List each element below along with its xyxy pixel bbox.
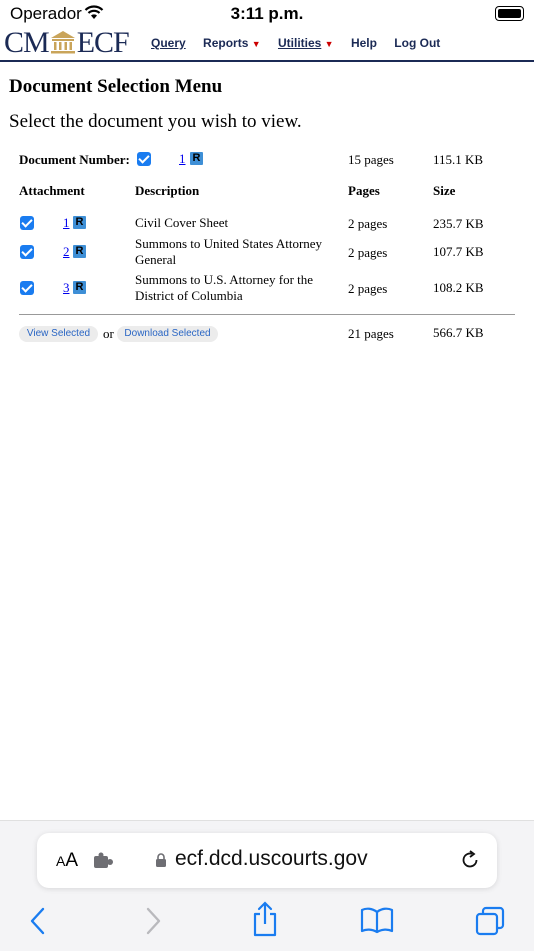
reload-icon[interactable] [459, 849, 481, 871]
document-checkbox[interactable] [137, 152, 151, 166]
menu-query-label: Query [151, 36, 186, 50]
attachment-pages: 2 pages [348, 216, 388, 231]
logo-text-right: ECF [76, 26, 130, 59]
header-pages: Pages [348, 183, 380, 198]
status-bar: Operador 3:11 p.m. [0, 0, 534, 28]
attachment-checkbox[interactable] [20, 281, 34, 295]
restricted-badge-icon[interactable]: R [73, 245, 86, 258]
attachment-checkbox[interactable] [20, 245, 34, 259]
menu-reports-label: Reports [203, 36, 249, 50]
menu-help-label: Help [350, 36, 377, 50]
document-pages: 15 pages [348, 152, 394, 167]
document-number-label: Document Number: [19, 152, 130, 167]
cmecf-header: CM ECF Query Reports ▼ Utilities ▼ Help … [0, 28, 534, 62]
lock-icon [156, 853, 166, 867]
view-selected-button[interactable]: View Selected [19, 326, 98, 342]
menu-help[interactable]: Help [351, 36, 377, 50]
attachment-description: Summons to U.S. Attorney for the [135, 272, 314, 287]
menu-query[interactable]: Query [151, 36, 186, 50]
back-icon[interactable] [28, 904, 48, 938]
attachment-checkbox[interactable] [20, 216, 34, 230]
page-subtitle: Select the document you wish to view. [9, 111, 302, 132]
attachment-size: 235.7 KB [433, 216, 484, 231]
main-menu: Query Reports ▼ Utilities ▼ Help Log Out [151, 36, 454, 50]
attachment-pages: 2 pages [348, 245, 388, 260]
total-size: 566.7 KB [433, 325, 484, 340]
restricted-badge-icon[interactable]: R [73, 216, 86, 229]
bookmarks-icon[interactable] [360, 906, 394, 934]
cmecf-logo[interactable]: CM ECF [4, 26, 130, 59]
url-text: ecf.dcd.uscourts.gov [175, 847, 368, 870]
divider [19, 314, 515, 315]
attachment-description: Civil Cover Sheet [135, 215, 229, 230]
menu-logout[interactable]: Log Out [394, 36, 440, 50]
menu-utilities-label: Utilities [277, 36, 322, 50]
attachment-size: 108.2 KB [433, 280, 484, 295]
total-pages: 21 pages [348, 326, 394, 341]
menu-reports[interactable]: Reports ▼ [203, 36, 261, 50]
share-icon[interactable] [251, 900, 279, 938]
clock: 3:11 p.m. [230, 4, 304, 23]
attachment-pages: 2 pages [348, 281, 388, 296]
header-attachment: Attachment [19, 183, 85, 198]
restricted-badge-icon[interactable]: R [73, 281, 86, 294]
attachment-description-line2: General [135, 252, 177, 267]
attachment-size: 107.7 KB [433, 244, 484, 259]
attachment-link[interactable]: 1 [63, 215, 70, 231]
or-label: or [103, 326, 114, 341]
restricted-badge-icon[interactable]: R [190, 152, 203, 165]
header-description: Description [135, 183, 200, 198]
address-bar[interactable]: AA ecf.dcd.uscourts.gov [37, 833, 497, 888]
attachment-description: Summons to United States Attorney [135, 236, 323, 251]
menu-utilities[interactable]: Utilities ▼ [278, 36, 334, 50]
caret-down-icon: ▼ [324, 39, 334, 49]
header-size: Size [433, 183, 456, 198]
tabs-icon[interactable] [474, 905, 506, 937]
battery-icon [495, 6, 524, 21]
courthouse-icon [50, 31, 75, 54]
reader-options-button[interactable]: AA [56, 850, 78, 872]
attachment-link[interactable]: 3 [63, 280, 70, 296]
forward-icon[interactable] [143, 904, 163, 938]
document-link[interactable]: 1 [179, 151, 186, 167]
document-size: 115.1 KB [433, 152, 484, 167]
attachment-link[interactable]: 2 [63, 244, 70, 260]
download-selected-button[interactable]: Download Selected [117, 326, 218, 342]
logo-text-left: CM [4, 26, 50, 59]
page-title: Document Selection Menu [9, 76, 223, 97]
extension-icon[interactable] [93, 852, 115, 870]
menu-logout-label: Log Out [394, 36, 441, 50]
attachment-description-line2: District of Columbia [135, 288, 243, 303]
caret-down-icon: ▼ [251, 39, 261, 49]
